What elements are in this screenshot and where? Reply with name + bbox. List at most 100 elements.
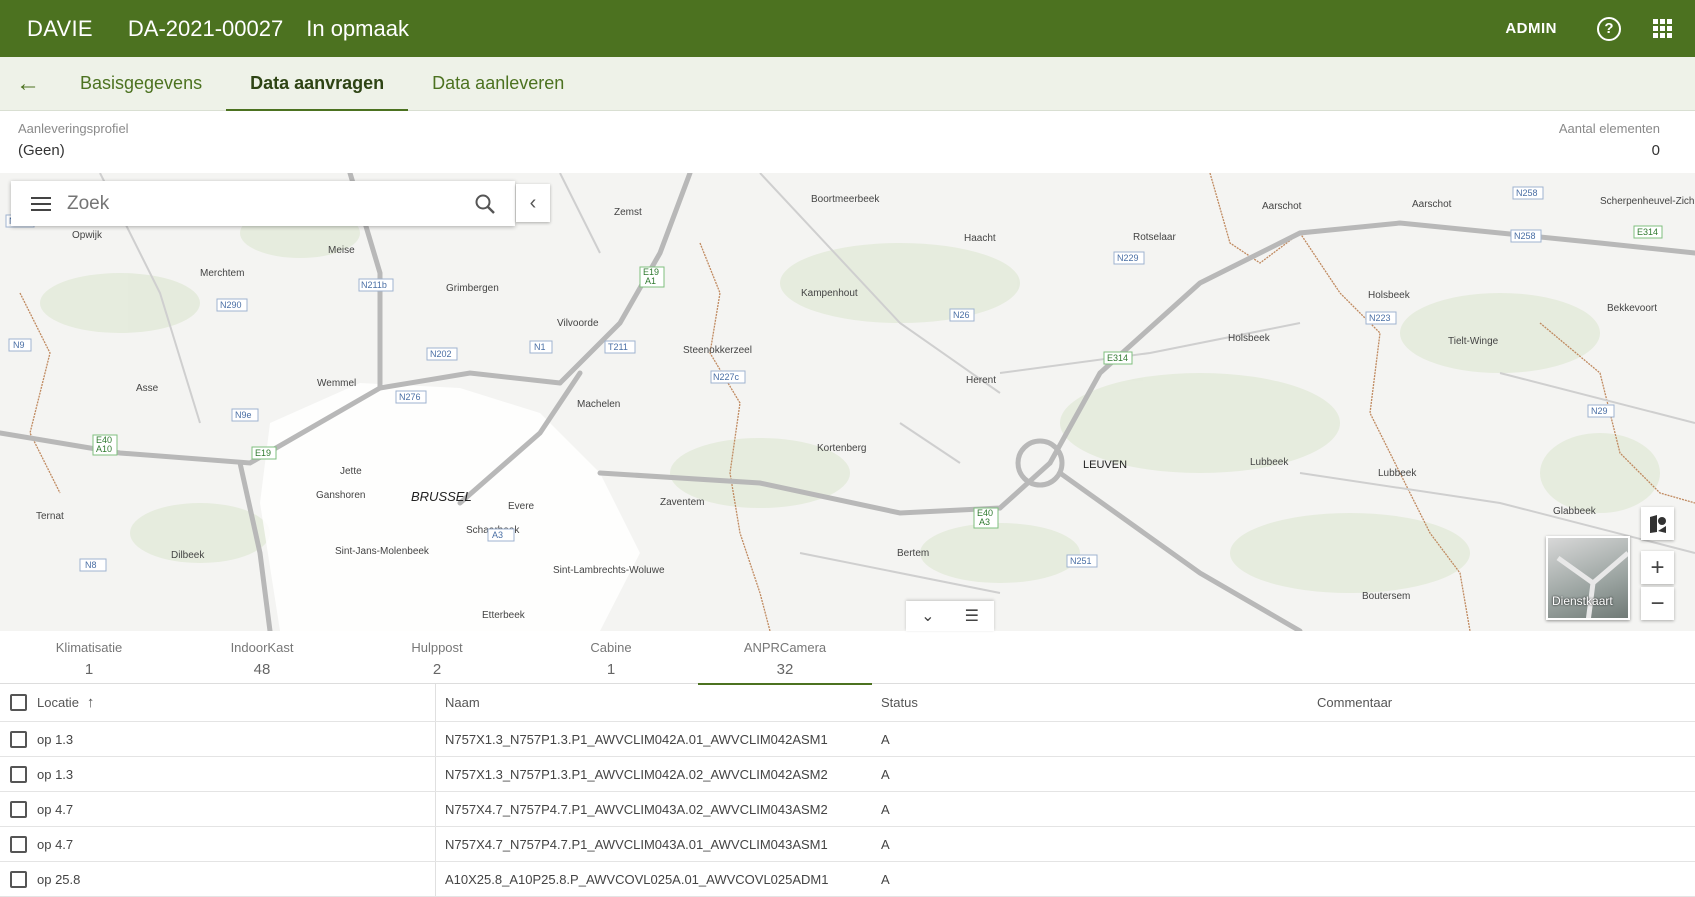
cell-naam: N757X1.3_N757P1.3.P1_AWVCLIM042A.02_AWVC… [445,766,828,782]
zoom-out-button[interactable]: − [1641,587,1674,620]
row-checkbox[interactable] [10,730,27,748]
chevron-down-icon[interactable]: ⌄ [921,606,934,626]
table-row[interactable]: op 4.7 N757X4.7_N757P4.7.P1_AWVCLIM043A.… [0,827,1695,862]
cell-commentaar[interactable] [1308,862,1695,896]
type-tab-cabine[interactable]: Cabine 1 [524,631,698,684]
drag-handle-icon[interactable]: ☰ [965,606,979,626]
cell-status: A [881,766,890,782]
hamburger-menu-icon[interactable] [31,196,51,211]
profile-label: Aanleveringsprofiel [18,121,129,136]
cell-commentaar[interactable] [1308,722,1695,756]
profile-select[interactable]: (Geen) [18,142,65,159]
svg-text:N9e: N9e [235,410,252,420]
svg-text:N1: N1 [534,342,546,352]
svg-text:Kortenberg: Kortenberg [817,443,866,454]
table-row[interactable]: op 4.7 N757X4.7_N757P4.7.P1_AWVCLIM043A.… [0,792,1695,827]
type-tab-name: Cabine [590,640,632,655]
cell-naam: N757X4.7_N757P4.7.P1_AWVCLIM043A.01_AWVC… [445,836,828,852]
svg-text:Rotselaar: Rotselaar [1133,232,1176,243]
table-row[interactable]: op 1.3 N757X1.3_N757P1.3.P1_AWVCLIM042A.… [0,757,1695,792]
svg-text:N26: N26 [953,310,970,320]
cell-commentaar[interactable] [1308,757,1695,791]
select-all-checkbox[interactable] [10,694,27,711]
row-checkbox[interactable] [10,765,27,783]
layers-toggle-icon[interactable] [1641,507,1674,540]
svg-text:Kampenhout: Kampenhout [801,288,858,299]
svg-text:A10: A10 [96,444,112,454]
cell-locatie: op 25.8 [0,862,436,896]
svg-text:N211b: N211b [361,280,387,290]
svg-text:T211: T211 [608,342,628,352]
svg-text:Holsbeek: Holsbeek [1368,290,1411,301]
svg-text:Ternat: Ternat [36,511,64,522]
app-brand[interactable]: DAVIE [27,16,93,42]
cell-status: A [881,836,890,852]
cell-naam: A10X25.8_A10P25.8.P_AWVCOVL025A.01_AWVCO… [445,871,829,887]
element-count-value: 0 [1651,142,1660,159]
cell-commentaar[interactable] [1308,792,1695,826]
svg-text:Bertem: Bertem [897,548,929,559]
back-arrow-icon[interactable]: ← [0,57,56,110]
svg-text:N251: N251 [1070,556,1092,566]
svg-text:Boortmeerbeek: Boortmeerbeek [811,194,880,205]
svg-text:N290: N290 [220,300,242,310]
search-icon[interactable] [474,193,496,215]
user-menu-button[interactable]: ADMIN [1505,20,1557,37]
svg-text:N276: N276 [399,392,421,402]
type-tab-name: Klimatisatie [55,640,123,655]
row-checkbox[interactable] [10,800,27,818]
basemap-switcher[interactable]: Dienstkaart [1546,536,1630,620]
zoom-in-button[interactable]: + [1641,551,1674,584]
type-tab-count: 1 [84,661,94,678]
cell-commentaar[interactable] [1308,827,1695,861]
cell-naam: N757X1.3_N757P1.3.P1_AWVCLIM042A.01_AWVC… [445,731,828,747]
locatie-value: op 25.8 [37,871,81,887]
svg-text:Zaventem: Zaventem [660,497,704,508]
apps-grid-icon[interactable] [1653,18,1673,39]
table-header-row: Locatie ↑ Naam Status Commentaar [0,684,1695,722]
map-search-input[interactable] [67,192,447,215]
tab-bar: ← Basisgegevens Data aanvragen Data aanl… [0,57,1695,111]
svg-text:N8: N8 [85,560,97,570]
locatie-value: op 1.3 [37,766,74,782]
row-checkbox[interactable] [10,835,27,853]
table-resize-control: ⌄ ☰ [906,601,994,631]
svg-text:Steenokkerzeel: Steenokkerzeel [683,345,752,356]
type-tab-hulppost[interactable]: Hulppost 2 [350,631,524,684]
elements-table: Locatie ↑ Naam Status Commentaar op 1.3 … [0,684,1695,897]
type-tab-count: 1 [606,661,616,678]
column-header-naam[interactable]: Naam [436,684,872,721]
svg-text:Sint-Jans-Molenbeek: Sint-Jans-Molenbeek [335,546,430,557]
svg-text:E19: E19 [255,448,271,458]
sort-ascending-icon[interactable]: ↑ [87,694,95,711]
svg-text:Wemmel: Wemmel [317,378,356,389]
column-header-locatie[interactable]: Locatie [37,695,79,710]
table-row[interactable]: op 1.3 N757X1.3_N757P1.3.P1_AWVCLIM042A.… [0,722,1695,757]
column-header-status[interactable]: Status [872,684,1308,721]
type-tab-name: IndoorKast [230,640,294,655]
svg-text:Zemst: Zemst [614,207,642,218]
type-tab-klimatisatie[interactable]: Klimatisatie 1 [2,631,176,684]
collapse-panel-chevron-icon[interactable]: ‹ [516,184,550,222]
tab-basisgegevens[interactable]: Basisgegevens [56,57,226,110]
basemap-label: Dienstkaart [1552,594,1613,608]
cell-locatie: op 4.7 [0,827,436,861]
map-base-layer: Zemst Boortmeerbeek Aarschot Aarschot Sche… [0,173,1695,631]
cell-status: A [881,731,890,747]
svg-text:N29: N29 [1591,406,1608,416]
tab-data-aanleveren[interactable]: Data aanleveren [408,57,588,110]
cell-locatie: op 4.7 [0,792,436,826]
map-view[interactable]: Zemst Boortmeerbeek Aarschot Aarschot Sche… [0,173,1695,631]
type-tab-name: Hulppost [411,640,463,655]
locatie-value: op 4.7 [37,836,74,852]
svg-text:Lubbeek: Lubbeek [1378,468,1417,479]
row-checkbox[interactable] [10,870,27,888]
help-circle-icon[interactable]: ? [1597,16,1621,41]
column-header-commentaar[interactable]: Commentaar [1308,684,1695,721]
svg-text:Tielt-Winge: Tielt-Winge [1448,336,1499,347]
type-tab-count: 48 [253,661,271,678]
type-tab-anprcamera[interactable]: ANPRCamera 32 [698,631,872,685]
svg-text:Bekkevoort: Bekkevoort [1607,303,1657,314]
tab-data-aanvragen[interactable]: Data aanvragen [226,57,409,111]
type-tab-indoorkast[interactable]: IndoorKast 48 [175,631,349,684]
